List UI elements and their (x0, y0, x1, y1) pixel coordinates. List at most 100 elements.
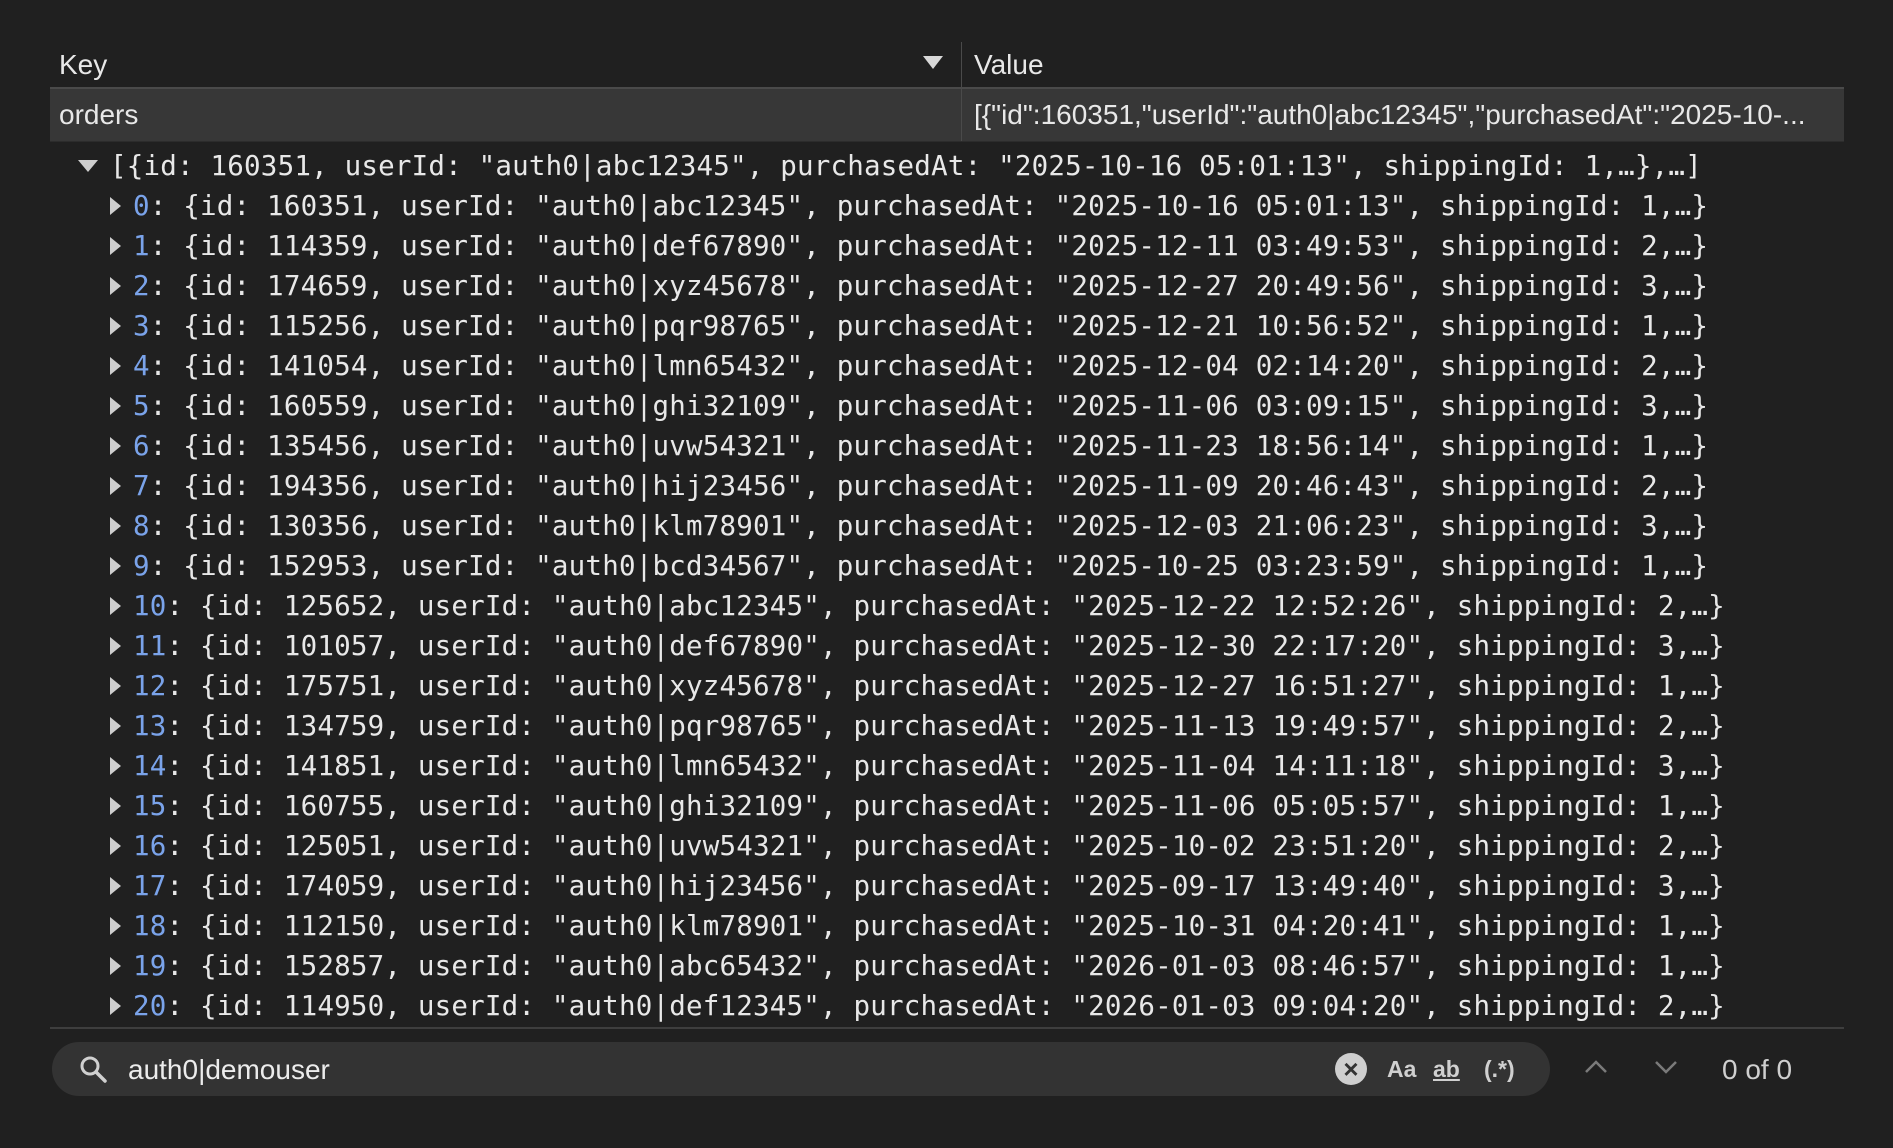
tree-item-summary: : {id: 101057, userId: "auth0|def67890",… (166, 630, 1725, 662)
caret-right-icon[interactable] (110, 237, 121, 255)
tree-item[interactable]: 20: {id: 114950, userId: "auth0|def12345… (72, 986, 1852, 1026)
tree-item-summary: : {id: 115256, userId: "auth0|pqr98765",… (149, 310, 1709, 342)
tree-item[interactable]: 7: {id: 194356, userId: "auth0|hij23456"… (72, 466, 1852, 506)
caret-down-icon[interactable] (78, 160, 98, 172)
chevron-down-icon[interactable] (1654, 1055, 1678, 1079)
tree-item[interactable]: 5: {id: 160559, userId: "auth0|ghi32109"… (72, 386, 1852, 426)
tree-item[interactable]: 14: {id: 141851, userId: "auth0|lmn65432… (72, 746, 1852, 786)
json-tree-view: [{id: 160351, userId: "auth0|abc12345", … (72, 146, 1852, 1026)
tree-item-summary: : {id: 175751, userId: "auth0|xyz45678",… (166, 670, 1725, 702)
tree-item-index: 15 (133, 790, 167, 822)
search-icon (80, 1056, 107, 1083)
storage-table: Key Value orders [{"id":160351,"userId":… (50, 42, 1844, 142)
caret-right-icon[interactable] (110, 277, 121, 295)
tree-item[interactable]: 9: {id: 152953, userId: "auth0|bcd34567"… (72, 546, 1852, 586)
search-input[interactable] (126, 1048, 1130, 1092)
tree-item-index: 18 (133, 910, 167, 942)
tree-item[interactable]: 4: {id: 141054, userId: "auth0|lmn65432"… (72, 346, 1852, 386)
tree-item-index: 8 (133, 510, 150, 542)
tree-item-index: 3 (133, 310, 150, 342)
tree-item-summary: : {id: 194356, userId: "auth0|hij23456",… (149, 470, 1709, 502)
whole-word-toggle[interactable]: ab (1433, 1052, 1460, 1086)
row-key-cell: orders (50, 89, 962, 141)
column-header-key[interactable]: Key (50, 42, 962, 87)
tree-item[interactable]: 3: {id: 115256, userId: "auth0|pqr98765"… (72, 306, 1852, 346)
caret-right-icon[interactable] (110, 597, 121, 615)
tree-item-index: 17 (133, 870, 167, 902)
match-case-toggle[interactable]: Aa (1387, 1052, 1416, 1086)
tree-item-index: 16 (133, 830, 167, 862)
caret-right-icon[interactable] (110, 917, 121, 935)
tree-item-summary: : {id: 112150, userId: "auth0|klm78901",… (166, 910, 1725, 942)
clear-icon[interactable]: × (1335, 1053, 1367, 1085)
caret-right-icon[interactable] (110, 437, 121, 455)
tree-item[interactable]: 15: {id: 160755, userId: "auth0|ghi32109… (72, 786, 1852, 826)
tree-item[interactable]: 18: {id: 112150, userId: "auth0|klm78901… (72, 906, 1852, 946)
chevron-up-icon[interactable] (1584, 1055, 1608, 1079)
caret-right-icon[interactable] (110, 557, 121, 575)
match-count: 0 of 0 (1722, 1054, 1793, 1085)
tree-item[interactable]: 2: {id: 174659, userId: "auth0|xyz45678"… (72, 266, 1852, 306)
caret-right-icon[interactable] (110, 397, 121, 415)
caret-right-icon[interactable] (110, 517, 121, 535)
tree-item-summary: : {id: 125051, userId: "auth0|uvw54321",… (166, 830, 1725, 862)
tree-item[interactable]: 16: {id: 125051, userId: "auth0|uvw54321… (72, 826, 1852, 866)
tree-item-index: 7 (133, 470, 150, 502)
tree-item-index: 19 (133, 950, 167, 982)
tree-item-index: 9 (133, 550, 150, 582)
tree-item-summary: : {id: 152857, userId: "auth0|abc65432",… (166, 950, 1725, 982)
caret-right-icon[interactable] (110, 797, 121, 815)
tree-item-summary: : {id: 160755, userId: "auth0|ghi32109",… (166, 790, 1725, 822)
tree-item[interactable]: 11: {id: 101057, userId: "auth0|def67890… (72, 626, 1852, 666)
tree-item-summary: : {id: 160559, userId: "auth0|ghi32109",… (149, 390, 1709, 422)
tree-item[interactable]: 0: {id: 160351, userId: "auth0|abc12345"… (72, 186, 1852, 226)
tree-item[interactable]: 6: {id: 135456, userId: "auth0|uvw54321"… (72, 426, 1852, 466)
tree-item-summary: : {id: 114359, userId: "auth0|def67890",… (149, 230, 1709, 262)
caret-right-icon[interactable] (110, 677, 121, 695)
tree-item-summary: : {id: 125652, userId: "auth0|abc12345",… (166, 590, 1725, 622)
tree-item[interactable]: 19: {id: 152857, userId: "auth0|abc65432… (72, 946, 1852, 986)
tree-item-summary: : {id: 174659, userId: "auth0|xyz45678",… (149, 270, 1709, 302)
tree-item[interactable]: 12: {id: 175751, userId: "auth0|xyz45678… (72, 666, 1852, 706)
tree-item[interactable]: 10: {id: 125652, userId: "auth0|abc12345… (72, 586, 1852, 626)
caret-right-icon[interactable] (110, 997, 121, 1015)
tree-item-summary: : {id: 160351, userId: "auth0|abc12345",… (149, 190, 1709, 222)
tree-item-index: 0 (133, 190, 150, 222)
caret-right-icon[interactable] (110, 757, 121, 775)
caret-right-icon[interactable] (110, 957, 121, 975)
caret-right-icon[interactable] (110, 317, 121, 335)
caret-right-icon[interactable] (110, 357, 121, 375)
tree-item-index: 2 (133, 270, 150, 302)
regex-toggle[interactable]: (.*) (1484, 1052, 1515, 1086)
caret-right-icon[interactable] (110, 717, 121, 735)
column-header-key-label: Key (59, 48, 108, 80)
row-value-text: [{"id":160351,"userId":"auth0|abc12345",… (974, 99, 1806, 130)
tree-item-summary: : {id: 130356, userId: "auth0|klm78901",… (149, 510, 1709, 542)
tree-item-index: 5 (133, 390, 150, 422)
tree-item-index: 14 (133, 750, 167, 782)
row-value-cell: [{"id":160351,"userId":"auth0|abc12345",… (962, 89, 1844, 141)
tree-item-summary: : {id: 174059, userId: "auth0|hij23456",… (166, 870, 1725, 902)
tree-item[interactable]: 8: {id: 130356, userId: "auth0|klm78901"… (72, 506, 1852, 546)
tree-item[interactable]: 13: {id: 134759, userId: "auth0|pqr98765… (72, 706, 1852, 746)
caret-right-icon[interactable] (110, 637, 121, 655)
caret-right-icon[interactable] (110, 477, 121, 495)
tree-item-index: 10 (133, 590, 167, 622)
sort-down-icon[interactable] (923, 56, 943, 69)
tree-item-summary: : {id: 134759, userId: "auth0|pqr98765",… (166, 710, 1725, 742)
tree-item-summary: : {id: 141054, userId: "auth0|lmn65432",… (149, 350, 1709, 382)
tree-item[interactable]: 1: {id: 114359, userId: "auth0|def67890"… (72, 226, 1852, 266)
search-bar: × Aa ab (.*) (52, 1042, 1550, 1096)
tree-item[interactable]: 17: {id: 174059, userId: "auth0|hij23456… (72, 866, 1852, 906)
tree-root-summary: [{id: 160351, userId: "auth0|abc12345", … (110, 150, 1702, 182)
tree-item-index: 6 (133, 430, 150, 462)
tree-item-summary: : {id: 152953, userId: "auth0|bcd34567",… (149, 550, 1709, 582)
column-header-value[interactable]: Value (962, 42, 1844, 87)
table-row[interactable]: orders [{"id":160351,"userId":"auth0|abc… (50, 89, 1844, 142)
caret-right-icon[interactable] (110, 837, 121, 855)
tree-item-summary: : {id: 135456, userId: "auth0|uvw54321",… (149, 430, 1709, 462)
caret-right-icon[interactable] (110, 877, 121, 895)
caret-right-icon[interactable] (110, 197, 121, 215)
tree-item-summary: : {id: 114950, userId: "auth0|def12345",… (166, 990, 1725, 1022)
tree-root[interactable]: [{id: 160351, userId: "auth0|abc12345", … (72, 146, 1852, 186)
